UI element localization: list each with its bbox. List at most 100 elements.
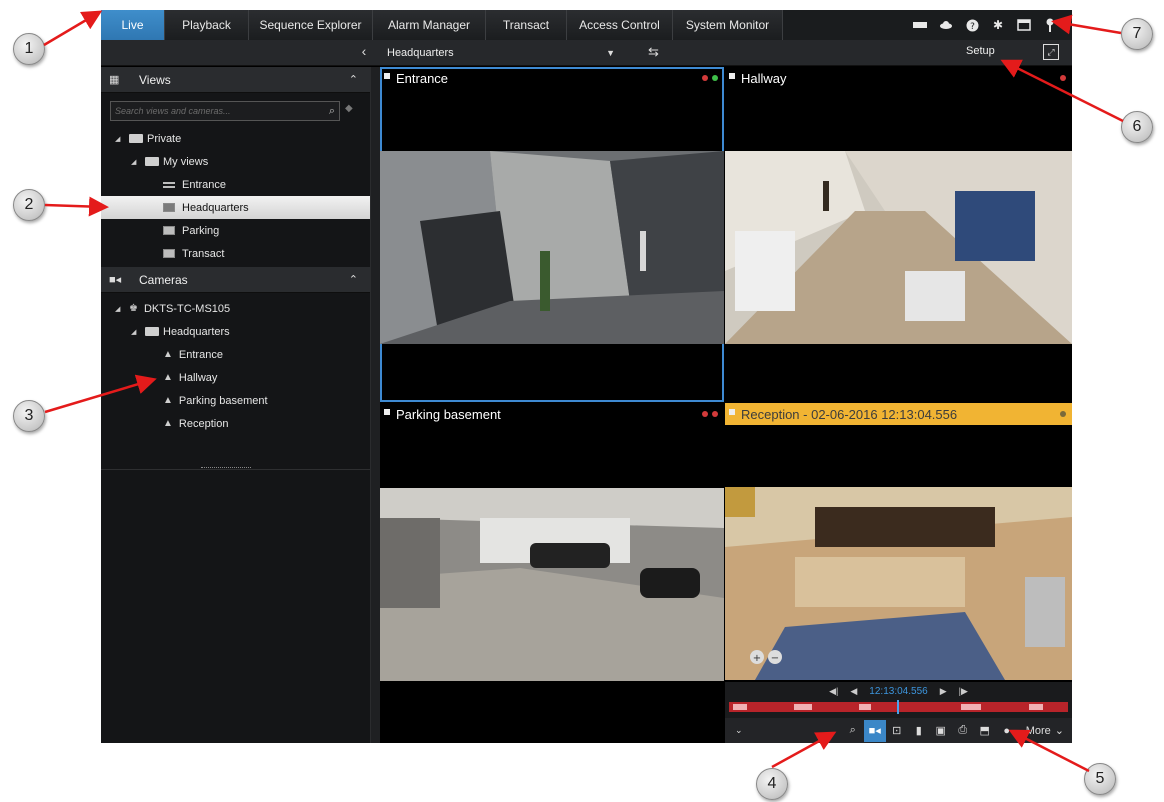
help-icon[interactable]: ? [964, 17, 980, 33]
camera-icon: ■◂ [109, 274, 122, 286]
tree-item-view-entrance[interactable]: Entrance [101, 173, 370, 196]
status-indicators [1060, 411, 1066, 417]
status-indicators [1060, 75, 1066, 81]
tab-system-monitor[interactable]: System Monitor [673, 10, 783, 40]
camera-icon: ▲ [163, 372, 173, 383]
tab-live[interactable]: Live [101, 10, 165, 40]
tile-header: Hallway [725, 67, 1072, 89]
camera-tile-reception[interactable]: Reception - 02-06-2016 12:13:04.556 + − [725, 403, 1072, 682]
tree-item-label: Parking basement [178, 394, 268, 407]
chevron-down-icon[interactable]: ⌄ [1055, 724, 1064, 737]
global-toolbar: ? ✱ [912, 10, 1072, 40]
view-toolbar: ‹ Headquarters ▼ ⇆ Setup ⤢ [101, 40, 1072, 66]
tab-alarm-manager[interactable]: Alarm Manager [373, 10, 486, 40]
recording-indicator [712, 411, 718, 417]
caret-down-icon: ▼ [606, 48, 615, 58]
svg-text:−: − [771, 653, 779, 664]
pin-icon[interactable]: ◆ [345, 103, 353, 114]
chevron-down-icon[interactable]: ⌄ [735, 725, 743, 736]
tree-item-label: DKTS-TC-MS105 [143, 302, 231, 315]
callout-6: 6 [1121, 111, 1153, 143]
step-back-icon[interactable]: ◀| [829, 686, 838, 697]
tree-item-label: Private [147, 132, 182, 145]
fullscreen-icon[interactable]: ⤢ [1043, 44, 1059, 60]
tree-item-my-views[interactable]: ◢ My views [101, 150, 370, 173]
tree-item-camera-parking-basement[interactable]: ▲ Parking basement [101, 389, 370, 412]
camera-feed-hallway [725, 151, 1072, 344]
camera-icon: ▲ [163, 395, 173, 406]
tree-item-camera-reception[interactable]: ▲ Reception [101, 412, 370, 435]
search-recording-icon[interactable]: ⌕ [842, 720, 864, 742]
swap-icon[interactable]: ⇆ [648, 44, 659, 60]
export-icon[interactable]: ⬒ [974, 720, 996, 742]
tree-item-view-headquarters[interactable]: Headquarters [101, 196, 370, 219]
views-section-header[interactable]: ▦ Views ⌃ [101, 67, 370, 93]
timeline[interactable] [729, 700, 1068, 714]
cameras-section-header[interactable]: ■◂ Cameras ⌃ [101, 267, 370, 293]
status-indicators [702, 411, 718, 417]
zoom-icon[interactable]: ⊡ [886, 720, 908, 742]
camera-tile-hallway[interactable]: Hallway [725, 67, 1072, 402]
live-camera-icon[interactable]: ■◂ [863, 719, 886, 742]
tile-title: Reception - 02-06-2016 12:13:04.556 [741, 406, 958, 422]
tree-item-camera-hallway[interactable]: ▲ Hallway [101, 366, 370, 389]
expand-icon[interactable]: ◢ [131, 158, 139, 166]
more-button[interactable]: More [1026, 725, 1051, 737]
search-placeholder: Search views and cameras... [115, 106, 231, 116]
expand-icon[interactable]: ◢ [131, 328, 139, 336]
expand-icon[interactable]: ◢ [115, 305, 123, 313]
callout-2: 2 [13, 189, 45, 221]
step-forward-icon[interactable]: |▶ [959, 686, 968, 697]
record-icon[interactable]: ● [996, 720, 1018, 742]
callout-5: 5 [1084, 763, 1116, 795]
tree-item-view-transact[interactable]: Transact [101, 242, 370, 265]
flag-icon [384, 73, 390, 79]
cloud-icon[interactable] [938, 17, 954, 33]
chevron-up-icon[interactable]: ⌃ [349, 273, 358, 286]
monitor-icon[interactable] [912, 17, 928, 33]
tab-transact[interactable]: Transact [486, 10, 567, 40]
tree-item-camera-entrance[interactable]: ▲ Entrance [101, 343, 370, 366]
resize-grip[interactable] [201, 467, 251, 471]
chevron-up-icon[interactable]: ⌃ [349, 73, 358, 86]
callout-1: 1 [13, 33, 45, 65]
tab-playback[interactable]: Playback [165, 10, 249, 40]
expand-icon[interactable]: ◢ [115, 135, 123, 143]
search-input[interactable]: Search views and cameras... ⌕ [110, 101, 340, 121]
camera-tile-entrance[interactable]: Entrance [380, 67, 724, 402]
view-layout-icon [163, 249, 175, 258]
svg-text:+: + [753, 653, 761, 664]
arrow-2 [44, 196, 109, 217]
tree-item-view-parking[interactable]: Parking [101, 219, 370, 242]
tree-item-headquarters-group[interactable]: ◢ Headquarters [101, 320, 370, 343]
setup-button[interactable]: Setup [966, 45, 995, 57]
grid-icon: ▦ [109, 74, 120, 86]
tab-access-control[interactable]: Access Control [567, 10, 673, 40]
tree-item-private[interactable]: ◢ Private [101, 127, 370, 150]
key-icon[interactable] [1042, 17, 1058, 33]
window-icon[interactable] [1016, 17, 1032, 33]
cameras-tree: ◢ ♚ DKTS-TC-MS105 ◢ Headquarters ▲ Entra… [101, 297, 370, 435]
save-icon[interactable]: ▣ [930, 720, 952, 742]
tree-item-label: Entrance [178, 348, 223, 361]
views-tree: ◢ Private ◢ My views Entrance Headquarte… [101, 127, 370, 265]
settings-icon[interactable]: ✱ [990, 17, 1006, 33]
tree-item-label: Headquarters [182, 201, 249, 214]
timeline-segment [733, 704, 747, 710]
search-icon[interactable]: ⌕ [329, 105, 335, 118]
play-forward-icon[interactable]: ▶ [940, 686, 947, 697]
vertical-scrollbar[interactable] [370, 67, 380, 743]
smart-client-window: Live Playback Sequence Explorer Alarm Ma… [101, 10, 1072, 743]
tree-item-server[interactable]: ◢ ♚ DKTS-TC-MS105 [101, 297, 370, 320]
print-icon[interactable]: ⎙ [952, 720, 974, 742]
chevron-left-icon[interactable]: ‹ [356, 43, 372, 63]
motion-indicator [702, 411, 708, 417]
timeline-segment [794, 704, 812, 710]
timeline-cursor[interactable] [897, 700, 899, 714]
play-reverse-icon[interactable]: ◀ [850, 686, 857, 697]
camera-tile-parking-basement[interactable]: Parking basement [380, 403, 724, 743]
bookmark-icon[interactable]: ▮ [908, 720, 930, 742]
tab-sequence-explorer[interactable]: Sequence Explorer [249, 10, 373, 40]
view-selector[interactable]: Headquarters ▼ [381, 43, 621, 63]
tree-item-label: My views [163, 155, 209, 168]
